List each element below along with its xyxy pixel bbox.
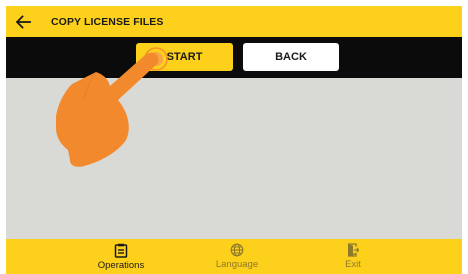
globe-icon bbox=[230, 243, 244, 257]
nav-label-exit: Exit bbox=[345, 259, 361, 270]
content-area bbox=[6, 78, 462, 239]
nav-item-exit[interactable]: Exit bbox=[298, 239, 408, 274]
door-exit-icon bbox=[347, 243, 359, 257]
back-button-label: BACK bbox=[275, 51, 307, 63]
arrow-left-icon[interactable] bbox=[6, 6, 40, 37]
back-button[interactable]: BACK bbox=[243, 43, 339, 71]
app-screen: COPY LICENSE FILES START BACK Operations bbox=[6, 6, 462, 274]
bottom-navigation: Operations Language Exit bbox=[6, 239, 462, 274]
clipboard-icon bbox=[114, 243, 128, 258]
nav-label-operations: Operations bbox=[97, 259, 145, 271]
nav-item-language[interactable]: Language bbox=[182, 239, 292, 274]
page-title: COPY LICENSE FILES bbox=[51, 15, 164, 28]
nav-label-language: Language bbox=[215, 259, 259, 270]
nav-item-operations[interactable]: Operations bbox=[66, 239, 176, 274]
action-bar: START BACK bbox=[6, 37, 462, 78]
start-button[interactable]: START bbox=[136, 43, 233, 71]
app-bar: COPY LICENSE FILES bbox=[6, 6, 462, 37]
start-button-label: START bbox=[166, 51, 203, 63]
